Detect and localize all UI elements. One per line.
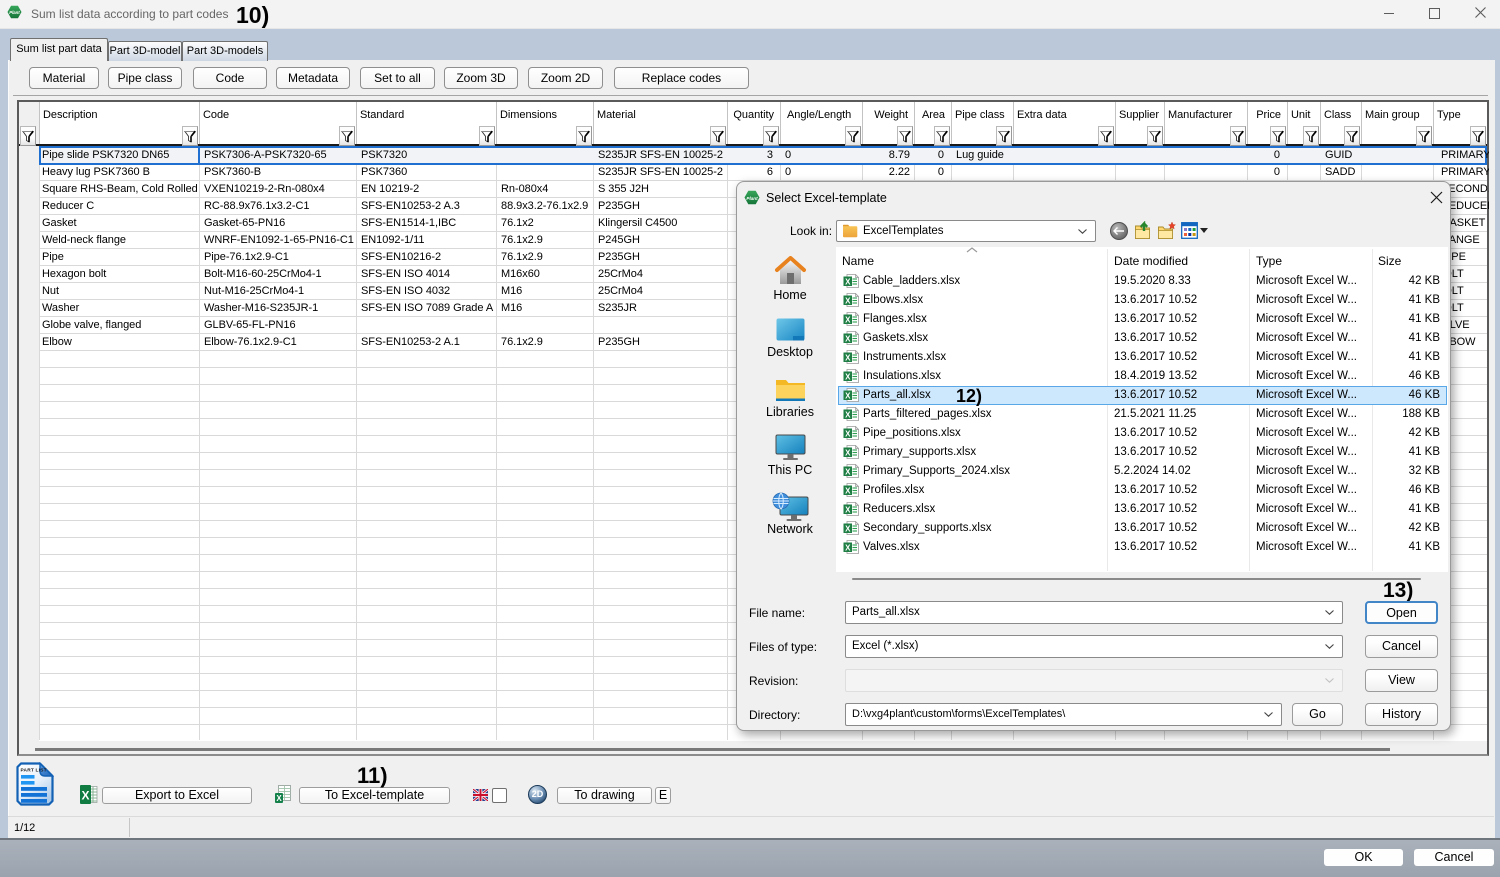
svg-text:X: X bbox=[845, 391, 851, 400]
svg-text:Plant: Plant bbox=[746, 196, 758, 201]
svg-text:X: X bbox=[845, 448, 851, 457]
svg-text:X: X bbox=[845, 543, 851, 552]
svg-text:X: X bbox=[276, 794, 282, 803]
svg-text:X: X bbox=[845, 410, 851, 419]
svg-text:X: X bbox=[845, 315, 851, 324]
svg-text:X: X bbox=[845, 277, 851, 286]
svg-text:X: X bbox=[845, 505, 851, 514]
svg-text:X: X bbox=[81, 789, 89, 803]
svg-text:X: X bbox=[845, 467, 851, 476]
svg-text:X: X bbox=[845, 353, 851, 362]
svg-text:X: X bbox=[845, 296, 851, 305]
svg-text:PART LIST: PART LIST bbox=[21, 768, 47, 774]
svg-text:X: X bbox=[845, 486, 851, 495]
svg-text:Plant: Plant bbox=[9, 10, 20, 15]
svg-text:X: X bbox=[845, 334, 851, 343]
svg-text:X: X bbox=[845, 372, 851, 381]
svg-text:X: X bbox=[845, 429, 851, 438]
svg-text:X: X bbox=[845, 524, 851, 533]
